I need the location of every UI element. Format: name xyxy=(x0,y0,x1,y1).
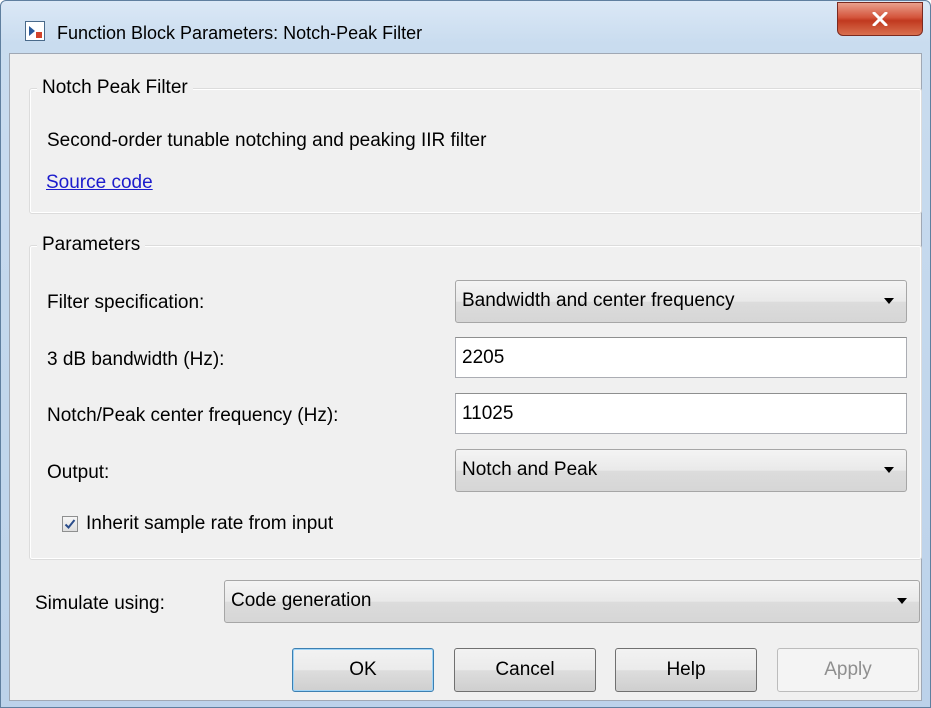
block-description: Second-order tunable notching and peakin… xyxy=(47,130,487,151)
checkmark-icon xyxy=(64,519,76,529)
dialog-window: Function Block Parameters: Notch-Peak Fi… xyxy=(0,0,931,708)
output-dropdown[interactable]: Notch and Peak xyxy=(455,449,907,492)
inherit-sample-rate-checkbox[interactable] xyxy=(62,516,78,532)
output-label: Output: xyxy=(47,462,110,483)
output-value: Notch and Peak xyxy=(462,459,598,480)
center-frequency-input[interactable] xyxy=(455,393,907,434)
filter-specification-value: Bandwidth and center frequency xyxy=(462,290,735,311)
apply-button: Apply xyxy=(777,648,919,692)
ok-button[interactable]: OK xyxy=(292,648,434,692)
help-button[interactable]: Help xyxy=(615,648,757,692)
window-title: Function Block Parameters: Notch-Peak Fi… xyxy=(57,23,423,43)
simulink-block-icon xyxy=(25,21,45,41)
title-bar[interactable]: Function Block Parameters: Notch-Peak Fi… xyxy=(1,1,930,45)
parameters-group-legend: Parameters xyxy=(37,234,146,256)
dialog-client-area: Notch Peak Filter Second-order tunable n… xyxy=(9,53,922,701)
simulate-using-value: Code generation xyxy=(231,590,372,611)
chevron-down-icon xyxy=(884,298,894,304)
simulate-using-label: Simulate using: xyxy=(35,593,165,614)
chevron-down-icon xyxy=(897,598,907,604)
close-button[interactable] xyxy=(837,2,923,36)
description-group-legend: Notch Peak Filter xyxy=(37,77,193,99)
inherit-sample-rate-label: Inherit sample rate from input xyxy=(86,513,334,534)
center-frequency-label: Notch/Peak center frequency (Hz): xyxy=(47,405,339,426)
bandwidth-input[interactable] xyxy=(455,337,907,378)
chevron-down-icon xyxy=(884,467,894,473)
cancel-button[interactable]: Cancel xyxy=(454,648,596,692)
filter-specification-dropdown[interactable]: Bandwidth and center frequency xyxy=(455,280,907,323)
filter-specification-label: Filter specification: xyxy=(47,292,205,313)
simulate-using-dropdown[interactable]: Code generation xyxy=(224,580,920,623)
source-code-link[interactable]: Source code xyxy=(46,172,153,194)
bandwidth-label: 3 dB bandwidth (Hz): xyxy=(47,349,225,370)
close-icon xyxy=(872,12,888,26)
